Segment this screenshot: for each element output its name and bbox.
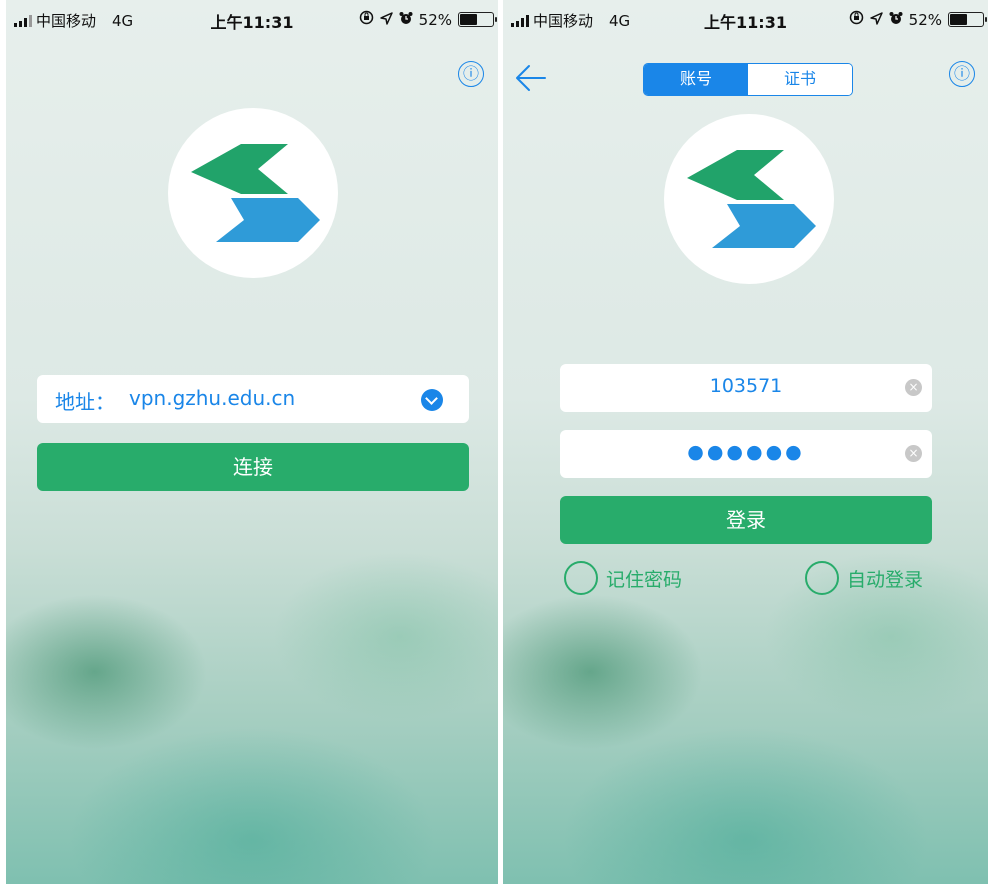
address-field[interactable]: 地址： vpn.gzhu.edu.cn [37, 375, 469, 423]
clear-icon[interactable]: × [905, 445, 922, 462]
app-logo [664, 114, 834, 284]
username-field[interactable]: 103571 × [560, 364, 932, 412]
left-screen: 中国移动 4G 上午11:31 52% ⓘ 地址： vpn.gzhu.edu.c… [6, 0, 498, 884]
status-bar: 中国移动 4G 上午11:31 52% [6, 0, 498, 40]
app-logo [168, 108, 338, 278]
login-button[interactable]: 登录 [560, 496, 932, 544]
status-bar: 中国移动 4G 上午11:31 52% [503, 0, 988, 40]
logo-blue-chevron [712, 204, 816, 248]
clear-icon[interactable]: × [905, 379, 922, 396]
logo-mark-icon [687, 150, 816, 248]
auto-login-option[interactable]: 自动登录 [805, 561, 923, 595]
alarm-icon [399, 11, 413, 29]
remember-password-label: 记住密码 [606, 568, 683, 591]
orientation-lock-icon [359, 10, 374, 29]
dropdown-icon[interactable] [421, 389, 443, 411]
back-arrow-icon[interactable] [515, 64, 547, 96]
battery-icon [458, 12, 497, 27]
login-mode-tabs: 账号 证书 [643, 63, 853, 96]
orientation-lock-icon [849, 10, 864, 29]
info-icon[interactable]: ⓘ [949, 61, 975, 87]
location-icon [379, 11, 393, 29]
right-screen: 中国移动 4G 上午11:31 52% 账号 证书 ⓘ 103571 × ●●●… [503, 0, 988, 884]
radio-icon[interactable] [564, 561, 598, 595]
page: 中国移动 4G 上午11:31 52% ⓘ 地址： vpn.gzhu.edu.c… [0, 0, 988, 884]
password-value[interactable]: ●●●●●● [560, 441, 932, 463]
battery-percent: 52% [418, 10, 452, 29]
auto-login-label: 自动登录 [847, 568, 924, 591]
logo-blue-chevron [216, 198, 320, 242]
address-value[interactable]: vpn.gzhu.edu.cn [129, 386, 295, 410]
logo-mark-icon [191, 144, 320, 242]
status-right: 52% [359, 10, 497, 29]
logo-green-chevron [191, 144, 288, 194]
info-icon[interactable]: ⓘ [458, 61, 484, 87]
radio-icon[interactable] [805, 561, 839, 595]
username-value[interactable]: 103571 [560, 375, 932, 397]
battery-icon [948, 12, 987, 27]
connect-button[interactable]: 连接 [37, 443, 469, 491]
location-icon [869, 11, 883, 29]
password-field[interactable]: ●●●●●● × [560, 430, 932, 478]
alarm-icon [889, 11, 903, 29]
address-label: 地址： [55, 390, 115, 414]
tab-certificate[interactable]: 证书 [748, 64, 852, 95]
logo-green-chevron [687, 150, 784, 200]
battery-percent: 52% [908, 10, 942, 29]
status-right: 52% [849, 10, 987, 29]
remember-password-option[interactable]: 记住密码 [564, 561, 682, 595]
tab-account[interactable]: 账号 [644, 64, 748, 95]
